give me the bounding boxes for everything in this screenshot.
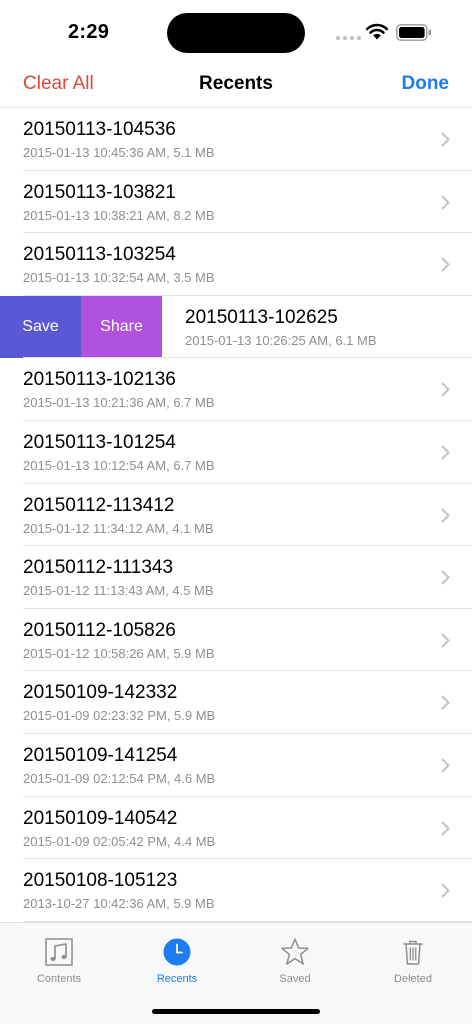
tab-label: Contents — [36, 973, 82, 985]
list-item-swiped[interactable]: Save Share 20150113-102625 2015-01-13 10… — [0, 295, 472, 359]
list-item-content[interactable]: 20150109-141254 2015-01-09 02:12:54 PM, … — [0, 734, 472, 797]
status-bar: 2:29 — [0, 0, 472, 62]
chevron-right-icon — [441, 132, 450, 147]
status-time: 2:29 — [68, 21, 110, 43]
list-item[interactable]: 20150113-103254 2015-01-13 10:32:54 AM, … — [0, 233, 472, 296]
recording-detail: 2015-01-13 10:38:21 AM, 8.2 MB — [23, 207, 215, 223]
recording-detail: 2015-01-13 10:26:25 AM, 6.1 MB — [185, 332, 377, 348]
navigation-bar: Clear All Recents Done — [0, 62, 472, 108]
chevron-right-icon — [441, 883, 450, 898]
tab-bar: Contents Recents Saved Deleted — [0, 922, 472, 1024]
tab-label: Recents — [156, 973, 198, 985]
recording-detail: 2015-01-13 10:45:36 AM, 5.1 MB — [23, 145, 215, 160]
list-item-content[interactable]: 20150109-140542 2015-01-09 02:05:42 PM, … — [0, 797, 472, 860]
list-item-content[interactable]: 20150113-102136 2015-01-13 10:21:36 AM, … — [0, 358, 472, 421]
recording-name: 20150108-105123 — [23, 870, 178, 892]
chevron-right-icon — [441, 445, 450, 460]
list-item[interactable]: 20150113-103821 2015-01-13 10:38:21 AM, … — [0, 171, 472, 234]
list-item-content[interactable]: 20150113-101254 2015-01-13 10:12:54 AM, … — [0, 421, 472, 484]
trash-icon — [403, 940, 423, 965]
recording-detail: 2015-01-09 02:12:54 PM, 4.6 MB — [23, 770, 216, 786]
list-item[interactable]: 20150109-140542 2015-01-09 02:05:42 PM, … — [0, 797, 472, 860]
list-item-content[interactable]: 20150113-103821 2015-01-13 10:38:21 AM, … — [0, 171, 472, 234]
list-item[interactable]: 20150113-102136 2015-01-13 10:21:36 AM, … — [0, 358, 472, 421]
list-item-content[interactable]: 20150113-102625 2015-01-13 10:26:25 AM, … — [162, 296, 472, 359]
recording-detail: 2015-01-09 02:05:42 PM, 4.4 MB — [23, 833, 216, 849]
wifi-icon — [365, 23, 389, 40]
recording-name: 20150113-103821 — [23, 181, 176, 203]
list-item[interactable]: 20150112-111343 2015-01-12 11:13:43 AM, … — [0, 546, 472, 609]
chevron-right-icon — [441, 570, 450, 585]
list-item[interactable]: 20150109-142332 2015-01-09 02:23:32 PM, … — [0, 671, 472, 734]
recording-name: 20150113-103254 — [23, 244, 176, 266]
recording-detail: 2015-01-12 11:13:43 AM, 4.5 MB — [23, 583, 214, 599]
home-indicator — [152, 1009, 320, 1014]
list-item[interactable]: 20150113-104536 2015-01-13 10:45:36 AM, … — [0, 108, 472, 171]
list-item[interactable]: 20150109-141254 2015-01-09 02:12:54 PM, … — [0, 734, 472, 797]
recording-name: 20150109-141254 — [23, 744, 178, 766]
recording-name: 20150109-142332 — [23, 682, 178, 704]
done-button[interactable]: Done — [402, 73, 450, 95]
list-item[interactable]: 20150112-113412 2015-01-12 11:34:12 AM, … — [0, 484, 472, 547]
recording-name: 20150113-102625 — [185, 306, 338, 328]
chevron-right-icon — [441, 195, 450, 210]
chevron-right-icon — [441, 758, 450, 773]
recording-name: 20150113-104536 — [23, 119, 176, 140]
battery-icon — [396, 24, 431, 41]
recording-name: 20150109-140542 — [23, 807, 178, 829]
recording-detail: 2015-01-13 10:21:36 AM, 6.7 MB — [23, 395, 215, 411]
recording-name: 20150112-111343 — [23, 557, 174, 579]
recording-detail: 2015-01-12 11:34:12 AM, 4.1 MB — [23, 520, 214, 536]
cellular-signal-icon — [336, 36, 361, 40]
star-icon — [281, 938, 309, 965]
dynamic-island — [167, 13, 305, 53]
tab-recents[interactable]: Recents — [118, 937, 236, 985]
share-button[interactable]: Share — [81, 295, 162, 359]
recording-name: 20150113-101254 — [23, 431, 176, 453]
swipe-actions: Save Share — [0, 295, 162, 359]
chevron-right-icon — [441, 695, 450, 710]
recordings-list: 20150113-104536 2015-01-13 10:45:36 AM, … — [0, 108, 472, 922]
recording-detail: 2015-01-13 10:12:54 AM, 6.7 MB — [23, 457, 215, 473]
recording-detail: 2013-10-27 10:42:36 AM, 5.9 MB — [23, 896, 215, 912]
tab-saved[interactable]: Saved — [236, 937, 354, 985]
list-item[interactable]: 20150112-105826 2015-01-12 10:58:26 AM, … — [0, 609, 472, 672]
chevron-right-icon — [441, 382, 450, 397]
list-item-content[interactable]: 20150109-142332 2015-01-09 02:23:32 PM, … — [0, 671, 472, 734]
recording-detail: 2015-01-09 02:23:32 PM, 5.9 MB — [23, 708, 216, 724]
music-note-icon — [45, 938, 73, 966]
chevron-right-icon — [441, 257, 450, 272]
save-button[interactable]: Save — [0, 295, 81, 359]
recording-name: 20150112-113412 — [23, 494, 175, 516]
chevron-right-icon — [441, 508, 450, 523]
recording-name: 20150112-105826 — [23, 619, 176, 641]
clock-icon — [163, 938, 191, 966]
list-item-content[interactable]: 20150112-113412 2015-01-12 11:34:12 AM, … — [0, 484, 472, 547]
chevron-right-icon — [441, 821, 450, 836]
list-item[interactable]: 20150108-105123 2013-10-27 10:42:36 AM, … — [0, 859, 472, 922]
list-item-content[interactable]: 20150108-105123 2013-10-27 10:42:36 AM, … — [0, 859, 472, 922]
tab-label: Saved — [279, 973, 311, 985]
list-item[interactable]: 20150113-101254 2015-01-13 10:12:54 AM, … — [0, 421, 472, 484]
list-item-content[interactable]: 20150113-104536 2015-01-13 10:45:36 AM, … — [0, 108, 472, 171]
list-item-content[interactable]: 20150113-103254 2015-01-13 10:32:54 AM, … — [0, 233, 472, 296]
tab-contents[interactable]: Contents — [0, 937, 118, 985]
recording-name: 20150113-102136 — [23, 369, 176, 391]
recording-detail: 2015-01-12 10:58:26 AM, 5.9 MB — [23, 645, 215, 661]
list-item-content[interactable]: 20150112-111343 2015-01-12 11:13:43 AM, … — [0, 546, 472, 609]
tab-label: Deleted — [394, 973, 432, 985]
chevron-right-icon — [441, 633, 450, 648]
recording-detail: 2015-01-13 10:32:54 AM, 3.5 MB — [23, 270, 215, 286]
list-item-content[interactable]: 20150112-105826 2015-01-12 10:58:26 AM, … — [0, 609, 472, 672]
tab-deleted[interactable]: Deleted — [354, 937, 472, 985]
